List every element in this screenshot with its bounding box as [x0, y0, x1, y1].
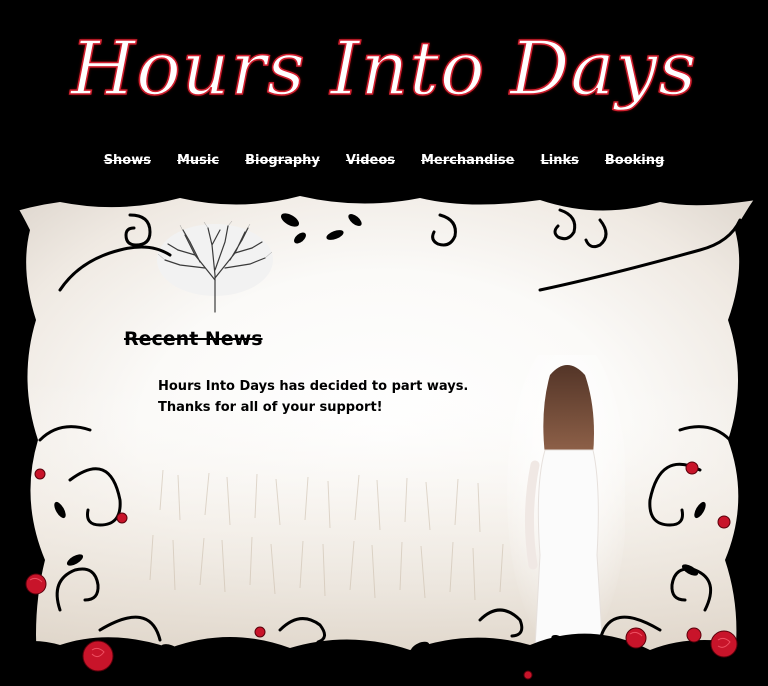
nav-music[interactable]: Music [177, 150, 219, 174]
nav-biography[interactable]: Biography [245, 150, 320, 174]
nav-links[interactable]: Links [540, 150, 578, 174]
site-title-logo: Hours Into Days [70, 25, 698, 113]
nav-videos[interactable]: Videos [346, 150, 395, 174]
content-frame: Recent News Hours Into Days has decided … [0, 180, 768, 686]
thorny-vine-border [0, 180, 768, 686]
nav-booking[interactable]: Booking [605, 150, 664, 174]
nav-shows[interactable]: Shows [104, 150, 151, 174]
site-header: Hours Into Days Shows Music Biography Vi… [0, 0, 768, 180]
nav-merchandise[interactable]: Merchandise [421, 150, 514, 174]
main-nav: Shows Music Biography Videos Merchandise… [0, 150, 768, 174]
